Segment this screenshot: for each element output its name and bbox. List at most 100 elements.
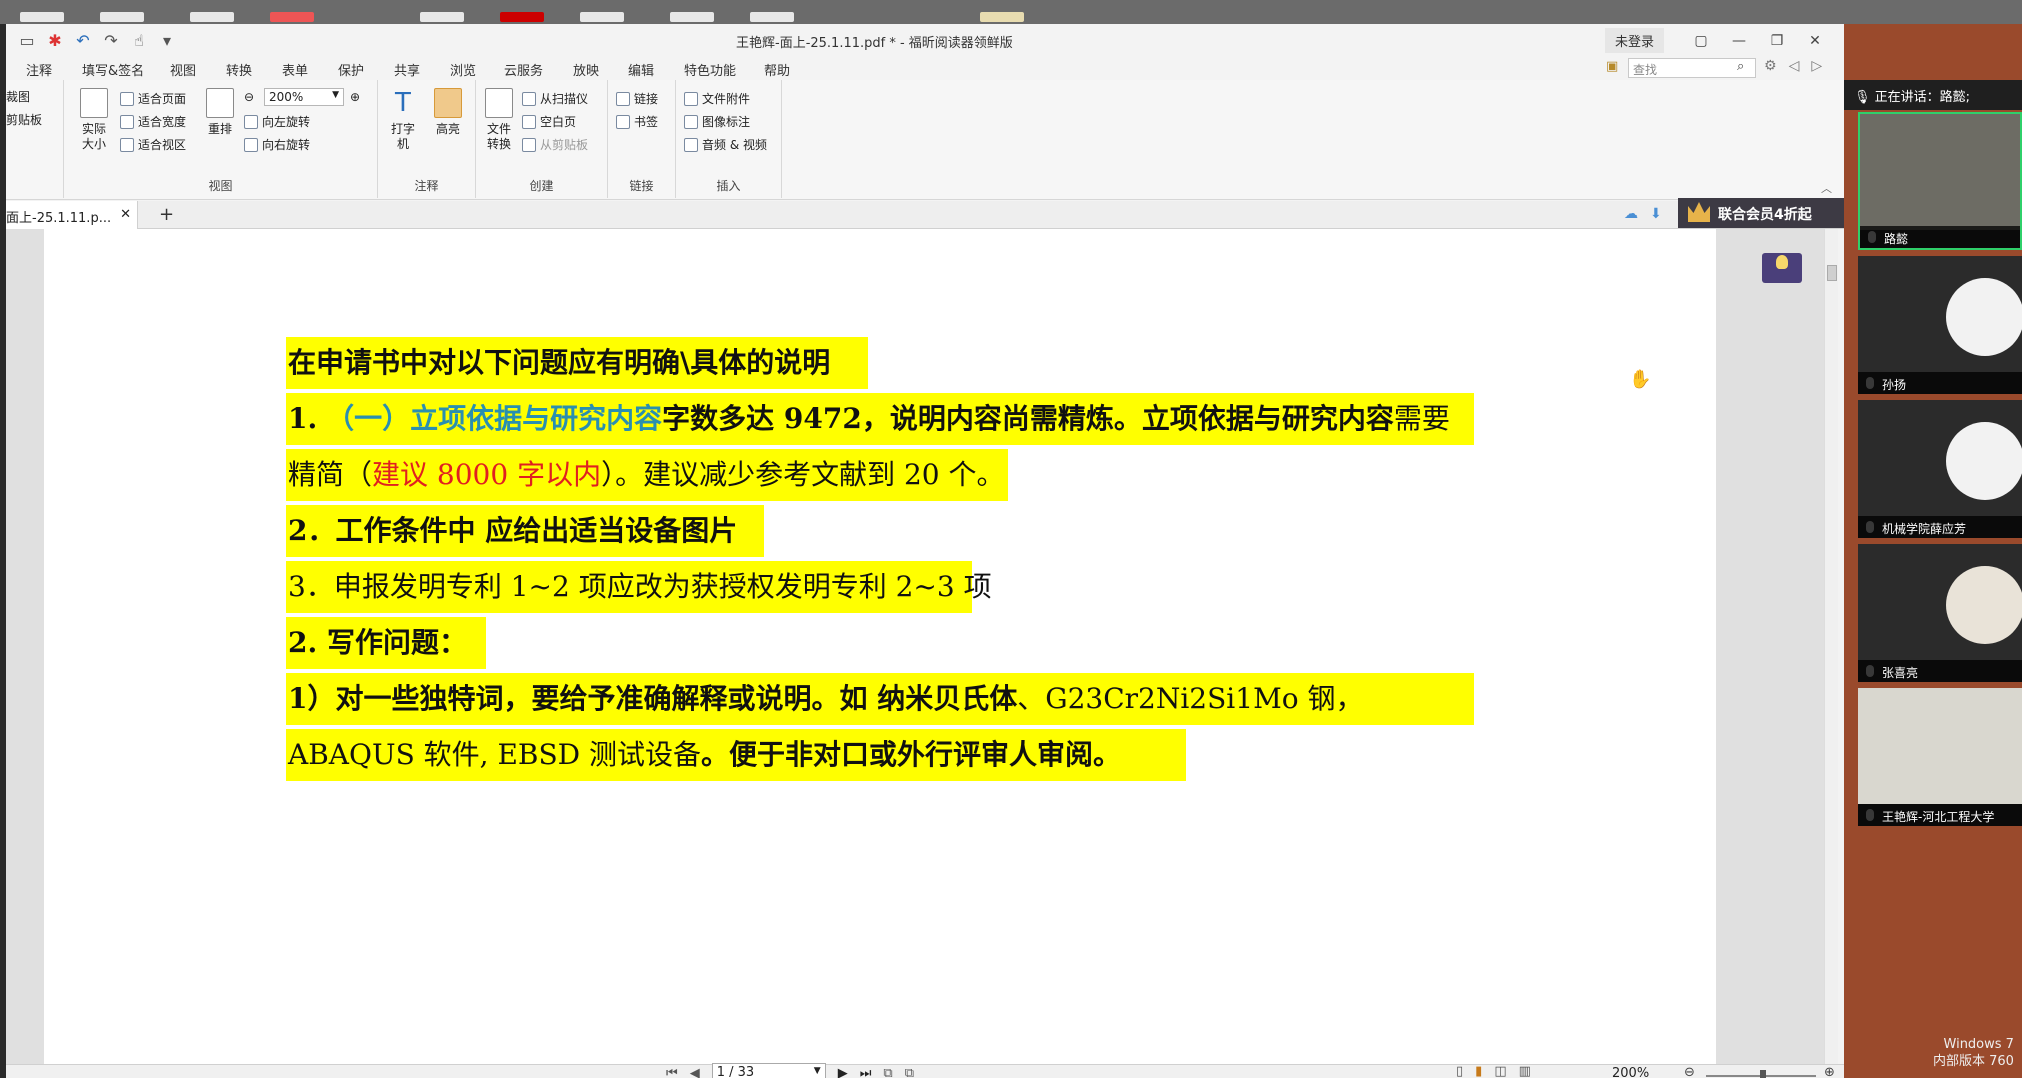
bookmark-button[interactable]: 书签 — [616, 113, 658, 130]
file-convert-button[interactable]: 文件转换 — [480, 88, 518, 152]
file-attachment-button[interactable]: 文件附件 — [684, 90, 750, 107]
document-viewport[interactable]: 在申请书中对以下问题应有明确\具体的说明 1. （一）立项依据与研究内容字数多达… — [6, 229, 1838, 1064]
file-attachment-label: 文件附件 — [702, 92, 751, 106]
lightbulb-icon[interactable] — [1762, 253, 1802, 283]
close-icon[interactable]: ✕ — [1796, 29, 1834, 53]
continuous-facing-icon[interactable]: ▥ — [1519, 1064, 1531, 1078]
highlight-button[interactable]: 高亮 — [430, 88, 466, 137]
menu-share[interactable]: 共享 — [394, 60, 420, 79]
menu-slideshow[interactable]: 放映 — [573, 60, 599, 79]
fit-width-icon — [120, 114, 134, 129]
open-icon[interactable]: ▭ — [18, 31, 36, 50]
participant-tile[interactable]: 王艳辉-河北工程大学 — [1858, 688, 2022, 826]
status-bar — [6, 1064, 1844, 1078]
previous-result-icon[interactable]: ◁ — [1789, 58, 1800, 74]
audio-video-button[interactable]: 音频 & 视频 — [684, 136, 767, 153]
settings-icon[interactable]: ⚙ — [1764, 58, 1777, 74]
facing-page-icon[interactable]: ◫ — [1494, 1064, 1506, 1078]
ribbon-group-links: 链接 书签 链接 — [608, 80, 676, 198]
actual-size-button[interactable]: 实际大小 — [74, 88, 114, 152]
participant-tile[interactable]: 路懿 — [1858, 112, 2022, 250]
cloud-icon[interactable]: ☁ — [1624, 206, 1638, 222]
vertical-scrollbar[interactable] — [1824, 229, 1838, 1064]
menu-features[interactable]: 特色功能 — [684, 60, 736, 79]
collapse-ribbon-icon[interactable]: ︿ — [1821, 180, 1832, 196]
zoom-in-icon[interactable]: ⊕ — [1824, 1065, 1835, 1078]
blank-page-button[interactable]: 空白页 — [522, 113, 576, 130]
reflow-button[interactable]: 重排 — [202, 88, 238, 137]
next-view-icon[interactable]: ⧉ — [905, 1066, 914, 1078]
link-button[interactable]: 链接 — [616, 90, 658, 107]
menu-browse[interactable]: 浏览 — [450, 60, 476, 79]
hand-tool-icon[interactable]: ☝ — [130, 31, 148, 50]
zoom-out-icon[interactable]: ⊖ — [1684, 1065, 1695, 1078]
minimize-icon[interactable]: — — [1720, 29, 1758, 53]
participant-video — [1860, 114, 2020, 230]
zoom-level[interactable]: 200% — [1612, 1066, 1649, 1078]
next-page-icon[interactable]: ▶ — [838, 1066, 848, 1078]
redo-icon[interactable]: ↷ — [102, 31, 120, 50]
suggestion-red: 建议 8000 字以内 — [372, 458, 602, 491]
layout-icon[interactable]: ▢ — [1682, 29, 1720, 53]
crop-button[interactable]: 裁图 — [6, 88, 30, 105]
prev-page-icon[interactable]: ◀ — [690, 1066, 700, 1078]
rotate-right-button[interactable]: 向右旋转 — [244, 136, 310, 153]
page-number-input[interactable]: 1 / 33 ▼ — [711, 1063, 826, 1078]
participant-name: 孙扬 — [1858, 372, 2022, 394]
from-scanner-button[interactable]: 从扫描仪 — [522, 90, 588, 107]
restore-icon[interactable]: ❐ — [1758, 29, 1796, 53]
search-icon[interactable]: ⌕ — [1737, 59, 1744, 74]
image-annotation-button[interactable]: 图像标注 — [684, 113, 750, 130]
menu-form[interactable]: 表单 — [282, 60, 308, 79]
menu-help[interactable]: 帮助 — [764, 60, 790, 79]
menu-convert[interactable]: 转换 — [226, 60, 252, 79]
previous-view-icon[interactable]: ⧉ — [883, 1066, 892, 1078]
login-button[interactable]: 未登录 — [1604, 28, 1664, 53]
single-page-icon[interactable]: ▯ — [1456, 1064, 1463, 1078]
clipboard-button[interactable]: 剪贴板 — [6, 111, 42, 128]
rotate-left-icon — [244, 114, 258, 129]
doc-line-6: 1）对一些独特词，要给予准确解释或说明。如 纳米贝氏体、G23Cr2Ni2Si1… — [286, 673, 1474, 725]
typewriter-button[interactable]: T 打字机 — [386, 88, 420, 152]
menu-view[interactable]: 视图 — [170, 60, 196, 79]
zoom-select[interactable]: 200% ▼ — [264, 88, 344, 106]
rotate-left-button[interactable]: 向左旋转 — [244, 113, 310, 130]
membership-promo-banner[interactable]: 联合会员4折起 — [1678, 198, 1844, 228]
menu-edit[interactable]: 编辑 — [628, 60, 654, 79]
first-page-icon[interactable]: ⏮ — [666, 1066, 678, 1078]
fit-page-button[interactable]: 适合页面 — [120, 90, 186, 107]
menu-protect[interactable]: 保护 — [338, 60, 364, 79]
undo-icon[interactable]: ↶ — [74, 31, 92, 50]
group-label-annotate: 注释 — [414, 179, 439, 193]
typewriter-icon: T — [395, 88, 411, 118]
participant-tile[interactable]: 张喜亮 — [1858, 544, 2022, 682]
menu-cloud[interactable]: 云服务 — [504, 60, 543, 79]
continuous-page-icon[interactable]: ▮ — [1475, 1064, 1482, 1078]
clipboard-icon — [522, 137, 536, 152]
close-tab-icon[interactable]: ✕ — [120, 207, 131, 222]
from-clipboard-label: 从剪贴板 — [540, 138, 589, 152]
zoom-out-icon[interactable]: ⊖ — [244, 90, 254, 104]
customize-toolbar-icon[interactable]: ▾ — [158, 31, 176, 50]
from-clipboard-button: 从剪贴板 — [522, 136, 588, 153]
last-page-icon[interactable]: ⏭ — [860, 1066, 872, 1078]
download-icon[interactable]: ⬇ — [1650, 206, 1662, 222]
menu-comment[interactable]: 注释 — [26, 60, 52, 79]
participant-tile[interactable]: 孙扬 — [1858, 256, 2022, 394]
group-label-create: 创建 — [529, 179, 554, 193]
participant-video — [1858, 688, 2022, 804]
desktop-thumbnail — [20, 12, 64, 22]
document-tab[interactable]: 面上-25.1.11.p... ✕ — [6, 201, 138, 229]
zoom-in-icon[interactable]: ⊕ — [350, 90, 360, 104]
participant-tile[interactable]: 机械学院薛应芳 — [1858, 400, 2022, 538]
menu-fill-sign[interactable]: 填写&签名 — [82, 60, 144, 79]
fit-width-button[interactable]: 适合宽度 — [120, 113, 186, 130]
next-result-icon[interactable]: ▷ — [1811, 58, 1822, 74]
fit-visible-button[interactable]: 适合视区 — [120, 136, 186, 153]
find-folder-icon[interactable]: ▣ — [1606, 59, 1618, 74]
scrollbar-thumb[interactable] — [1827, 265, 1837, 281]
add-tab-button[interactable]: + — [159, 204, 174, 225]
zoom-slider[interactable] — [1706, 1070, 1816, 1078]
fit-visible-label: 适合视区 — [138, 138, 187, 152]
new-icon[interactable]: ✱ — [46, 31, 64, 50]
